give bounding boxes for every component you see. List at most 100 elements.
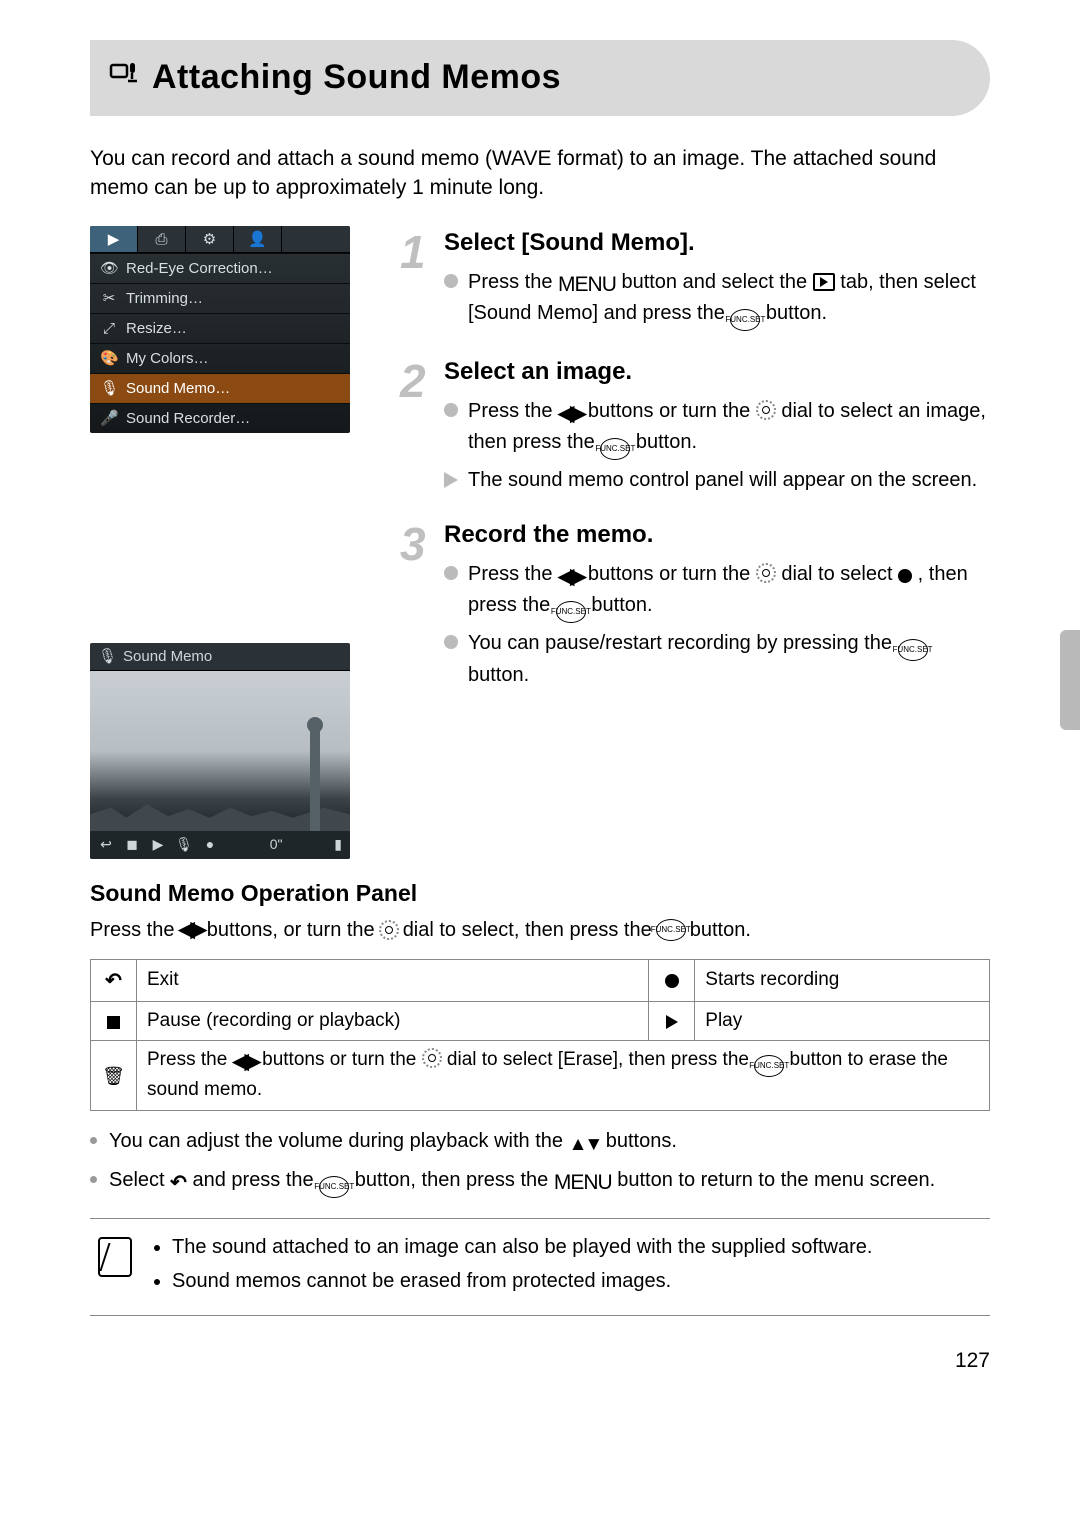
two-column-layout: ▶ ⎙ ⚙ 👤 👁 Red-Eye Correction… ✂ Trimming… ⤢ R…	[90, 226, 990, 859]
tips-list: You can adjust the volume during playbac…	[90, 1127, 990, 1199]
step-title: Select [Sound Memo].	[444, 226, 990, 260]
menu-item-icon: 👁	[100, 258, 118, 279]
menu-item-label: Trimming…	[126, 288, 203, 309]
stop-square-icon	[107, 1016, 120, 1029]
step-number: 3	[400, 512, 426, 576]
menu-item-label: Resize…	[126, 318, 187, 339]
up-down-buttons-icon: ▲▼	[569, 1132, 601, 1159]
preview-control-bar: ↩ ◼ ▶ 🎙 ● 0" ▮	[90, 831, 350, 859]
record-dot-icon	[665, 974, 679, 988]
step-bullet: Press the ◀▶ buttons or turn the dial to…	[444, 560, 990, 623]
preview-title-bar: 🎙 Sound Memo	[90, 643, 350, 671]
battery-icon: ▮	[334, 835, 342, 855]
back-arrow-icon: ↶	[170, 1169, 187, 1197]
left-right-buttons-icon: ◀▶	[178, 915, 202, 944]
func-set-button-icon: FUNC.SET	[319, 1176, 349, 1198]
menu-item-icon: ⤢	[100, 318, 118, 339]
operation-panel-heading: Sound Memo Operation Panel	[90, 877, 990, 909]
mic-icon: 🎙	[98, 646, 117, 667]
preview-control-icon: ●	[202, 837, 218, 853]
left-column: ▶ ⎙ ⚙ 👤 👁 Red-Eye Correction… ✂ Trimming… ⤢ R…	[90, 226, 370, 859]
page-number: 127	[90, 1346, 990, 1375]
camera-tab-print: ⎙	[138, 226, 186, 252]
preview-control-icon: ↩	[98, 837, 114, 853]
pause-label: Pause (recording or playback)	[137, 1001, 649, 1041]
erase-icon-cell: 🗑	[91, 1041, 137, 1111]
control-dial-icon	[756, 563, 776, 583]
control-dial-icon	[422, 1048, 442, 1068]
playback-tab-icon	[813, 273, 835, 291]
table-row-erase: 🗑 Press the ◀▶ buttons or turn the dial …	[91, 1041, 990, 1111]
step-bullet: Press the ◀▶ buttons or turn the dial to…	[444, 397, 990, 460]
camera-menu-item: ✂ Trimming…	[90, 283, 350, 313]
menu-item-icon: 🎙	[100, 378, 118, 399]
func-set-button-icon: FUNC.SET	[556, 601, 586, 623]
camera-menu-item: ⤢ Resize…	[90, 313, 350, 343]
camera-menu-item: 🎤 Sound Recorder…	[90, 403, 350, 433]
preview-control-icon: ◼	[124, 837, 140, 853]
right-column: 1Select [Sound Memo].Press the MENU butt…	[400, 226, 990, 859]
play-label: Play	[695, 1001, 990, 1041]
menu-button-icon: MENU	[554, 1168, 612, 1197]
menu-item-label: My Colors…	[126, 348, 209, 369]
func-set-button-icon: FUNC.SET	[754, 1055, 784, 1077]
table-row: Pause (recording or playback) Play	[91, 1001, 990, 1041]
table-row: ↶ Exit Starts recording	[91, 959, 990, 1001]
page-title: Attaching Sound Memos	[152, 54, 561, 102]
preview-time: 0"	[270, 835, 283, 855]
func-set-button-icon: FUNC.SET	[656, 919, 686, 941]
menu-item-label: Red-Eye Correction…	[126, 258, 273, 279]
sound-memo-icon	[108, 59, 138, 96]
func-set-button-icon: FUNC.SET	[898, 639, 928, 661]
camera-menu-item: 👁 Red-Eye Correction…	[90, 253, 350, 283]
step: 3Record the memo.Press the ◀▶ buttons or…	[400, 518, 990, 689]
step-title: Select an image.	[444, 355, 990, 389]
camera-tab-play: ▶	[90, 226, 138, 252]
left-right-buttons-icon: ◀▶	[558, 399, 582, 428]
play-icon-cell	[649, 1001, 695, 1041]
page: Attaching Sound Memos You can record and…	[0, 0, 1080, 1406]
section-side-tab	[1060, 630, 1080, 730]
left-right-buttons-icon: ◀▶	[233, 1047, 257, 1076]
camera-tab-setup: ⚙	[186, 226, 234, 252]
note-box: The sound attached to an image can also …	[90, 1218, 990, 1316]
step-number: 1	[400, 220, 426, 284]
preview-image	[90, 671, 350, 831]
control-dial-icon	[379, 920, 399, 940]
step-title: Record the memo.	[444, 518, 990, 552]
menu-item-label: Sound Recorder…	[126, 408, 250, 429]
step: 1Select [Sound Memo].Press the MENU butt…	[400, 226, 990, 331]
erase-trash-icon: 🗑	[102, 1064, 125, 1089]
func-set-button-icon: FUNC.SET	[600, 438, 630, 460]
tip-item: You can adjust the volume during playbac…	[90, 1127, 990, 1159]
camera-menu-item: 🎙Sound Memo…	[90, 373, 350, 403]
camera-menu-item: 🎨 My Colors…	[90, 343, 350, 373]
menu-item-icon: 🎨	[100, 348, 118, 369]
step-number: 2	[400, 349, 426, 413]
func-set-button-icon: FUNC.SET	[730, 309, 760, 331]
preview-control-icon: 🎙	[176, 837, 192, 853]
play-triangle-icon	[666, 1015, 678, 1029]
intro-text: You can record and attach a sound memo (…	[90, 144, 990, 203]
operation-panel-intro: Press the ◀▶ buttons, or turn the dial t…	[90, 915, 990, 944]
preview-title: Sound Memo	[123, 646, 212, 667]
control-dial-icon	[756, 400, 776, 420]
left-right-buttons-icon: ◀▶	[558, 562, 582, 591]
menu-item-icon: ✂	[100, 288, 118, 309]
preview-control-icon: ▶	[150, 837, 166, 853]
record-icon-cell	[649, 959, 695, 1001]
camera-tab-user: 👤	[234, 226, 282, 252]
note-item: Sound memos cannot be erased from protec…	[172, 1267, 980, 1295]
section-title-bar: Attaching Sound Memos	[90, 40, 990, 116]
record-label: Starts recording	[695, 959, 990, 1001]
step: 2Select an image.Press the ◀▶ buttons or…	[400, 355, 990, 494]
back-arrow-icon: ↶	[105, 967, 122, 995]
menu-item-icon: 🎤	[100, 408, 118, 429]
tip-item: Select ↶ and press the FUNC.SET button, …	[90, 1166, 990, 1198]
pencil-icon	[98, 1237, 132, 1277]
pause-icon-cell	[91, 1001, 137, 1041]
step-result-line: The sound memo control panel will appear…	[444, 466, 990, 494]
camera-menu-screenshot: ▶ ⎙ ⚙ 👤 👁 Red-Eye Correction… ✂ Trimming… ⤢ R…	[90, 226, 350, 433]
erase-text: Press the ◀▶ buttons or turn the dial to…	[137, 1041, 990, 1111]
operation-panel-table: ↶ Exit Starts recording Pause (recording…	[90, 959, 990, 1111]
